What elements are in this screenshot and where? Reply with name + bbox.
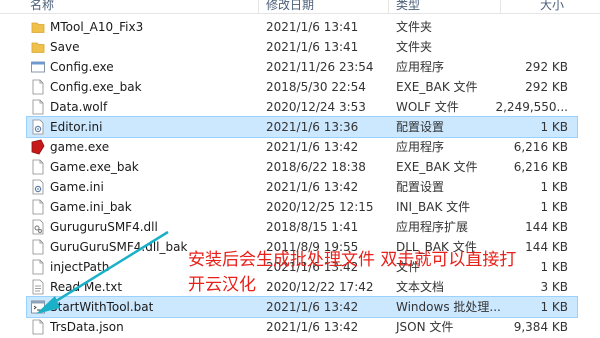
column-name[interactable]: 名称 [30, 0, 54, 13]
settings-file-icon [31, 119, 45, 135]
file-size: 6,216 KB [513, 140, 568, 154]
file-size: 9,384 KB [513, 320, 568, 334]
column-separator[interactable] [500, 0, 501, 13]
file-date: 2021/1/6 13:41 [266, 40, 359, 54]
file-name: MTool_A10_Fix3 [50, 20, 144, 34]
file-type: 应用程序 [396, 140, 445, 154]
file-type: 应用程序扩展 [396, 220, 469, 234]
column-date[interactable]: 修改日期 [266, 0, 314, 13]
file-row[interactable]: Save 2021/1/6 13:41 文件夹 [0, 36, 600, 58]
file-date: 2021/11/26 23:54 [266, 60, 374, 74]
file-row[interactable]: MTool_A10_Fix3 2021/1/6 13:41 文件夹 [0, 16, 600, 38]
file-name: Config.exe [50, 60, 114, 74]
file-size: 292 KB [525, 60, 568, 74]
file-name: StartWithTool.bat [50, 300, 154, 314]
folder-icon [31, 39, 45, 55]
column-separator[interactable] [388, 0, 389, 13]
file-name: Editor.ini [50, 120, 103, 134]
file-row[interactable]: GuruguruSMF4.dll 2018/8/15 1:41 应用程序扩展 144 … [0, 216, 600, 238]
file-name: Config.exe_bak [50, 80, 142, 94]
file-type: EXE_BAK 文件 [396, 80, 478, 94]
column-type[interactable]: 类型 [396, 0, 420, 13]
file-type: 应用程序 [396, 60, 445, 74]
file-date: 2020/12/25 12:15 [266, 200, 374, 214]
annotation-line-1: 安装后会生成批处理文件 双击就可以直接打 [188, 250, 517, 270]
folder-icon [31, 19, 45, 35]
file-icon [31, 199, 45, 215]
file-row[interactable]: Game.ini_bak 2020/12/25 12:15 INI_BAK 文件 1 … [0, 196, 600, 218]
file-size: 2,249,550... [495, 100, 568, 114]
file-name: Game.ini [50, 180, 104, 194]
file-type: WOLF 文件 [396, 100, 459, 114]
file-row[interactable]: Config.exe_bak 2018/5/30 22:54 EXE_BAK 文件 2… [0, 76, 600, 98]
dll-icon [31, 219, 45, 235]
file-date: 2021/1/6 13:42 [266, 180, 359, 194]
file-size: 292 KB [525, 80, 568, 94]
file-icon [31, 259, 45, 275]
text-file-icon [31, 279, 45, 295]
file-name: Save [50, 40, 80, 54]
game-exe-icon [31, 139, 45, 155]
file-icon [31, 319, 45, 335]
bat-file-icon [31, 299, 45, 315]
file-size: 1 KB [540, 300, 568, 314]
column-separator[interactable] [258, 0, 259, 13]
file-date: 2021/1/6 13:41 [266, 20, 359, 34]
file-date: 2021/1/6 13:42 [266, 140, 359, 154]
column-header: 名称 修改日期 类型 大小 [0, 0, 600, 14]
file-type: INI_BAK 文件 [396, 200, 471, 214]
column-size[interactable]: 大小 [540, 0, 564, 13]
file-date: 2018/8/15 1:41 [266, 220, 359, 234]
file-date: 2021/1/6 13:42 [266, 300, 359, 314]
file-size: 1 KB [540, 120, 568, 134]
file-date: 2020/12/24 3:53 [266, 100, 366, 114]
file-row[interactable]: Data.wolf 2020/12/24 3:53 WOLF 文件 2,249,550… [0, 96, 600, 118]
file-size: 144 KB [525, 220, 568, 234]
file-type: 文件夹 [396, 40, 433, 54]
file-row[interactable]: StartWithTool.bat 2021/1/6 13:42 Windows 批… [0, 296, 600, 318]
file-type: 配置设置 [396, 120, 445, 134]
file-row[interactable]: Config.exe 2021/11/26 23:54 应用程序 292 KB [0, 56, 600, 78]
file-size: 6,216 KB [513, 160, 568, 174]
file-icon [31, 79, 45, 95]
file-name: Game.ini_bak [50, 200, 132, 214]
annotation-line-2: 开云汉化 [188, 275, 256, 295]
file-row[interactable]: Game.ini 2021/1/6 13:42 配置设置 1 KB [0, 176, 600, 198]
annotation-caption: 安装后会生成批处理文件 双击就可以直接打 开云汉化 [188, 248, 600, 298]
file-name: GuruguruSMF4.dll [50, 220, 158, 234]
file-icon [31, 159, 45, 175]
file-icon [31, 99, 45, 115]
file-name: Data.wolf [50, 100, 108, 114]
file-type: JSON 文件 [396, 320, 454, 334]
file-date: 2018/5/30 22:54 [266, 80, 366, 94]
file-row[interactable]: Editor.ini 2021/1/6 13:36 配置设置 1 KB [0, 116, 600, 138]
file-date: 2021/1/6 13:42 [266, 320, 359, 334]
file-row[interactable]: TrsData.json 2021/1/6 13:42 JSON 文件 9,384 K… [0, 316, 600, 338]
file-type: EXE_BAK 文件 [396, 160, 478, 174]
file-name: Game.exe_bak [50, 160, 139, 174]
file-name: TrsData.json [50, 320, 124, 334]
file-type: 配置设置 [396, 180, 445, 194]
file-type: Windows 批处理... [396, 300, 501, 314]
file-row[interactable]: game.exe 2021/1/6 13:42 应用程序 6,216 KB [0, 136, 600, 158]
file-date: 2018/6/22 18:38 [266, 160, 366, 174]
settings-file-icon [31, 179, 45, 195]
file-type: 文件夹 [396, 20, 433, 34]
file-date: 2021/1/6 13:36 [266, 120, 359, 134]
file-icon [31, 239, 45, 255]
file-name: game.exe [50, 140, 110, 154]
file-size: 1 KB [540, 200, 568, 214]
file-size: 1 KB [540, 180, 568, 194]
window-exe-icon [31, 59, 45, 75]
file-row[interactable]: Game.exe_bak 2018/6/22 18:38 EXE_BAK 文件 6,2… [0, 156, 600, 178]
